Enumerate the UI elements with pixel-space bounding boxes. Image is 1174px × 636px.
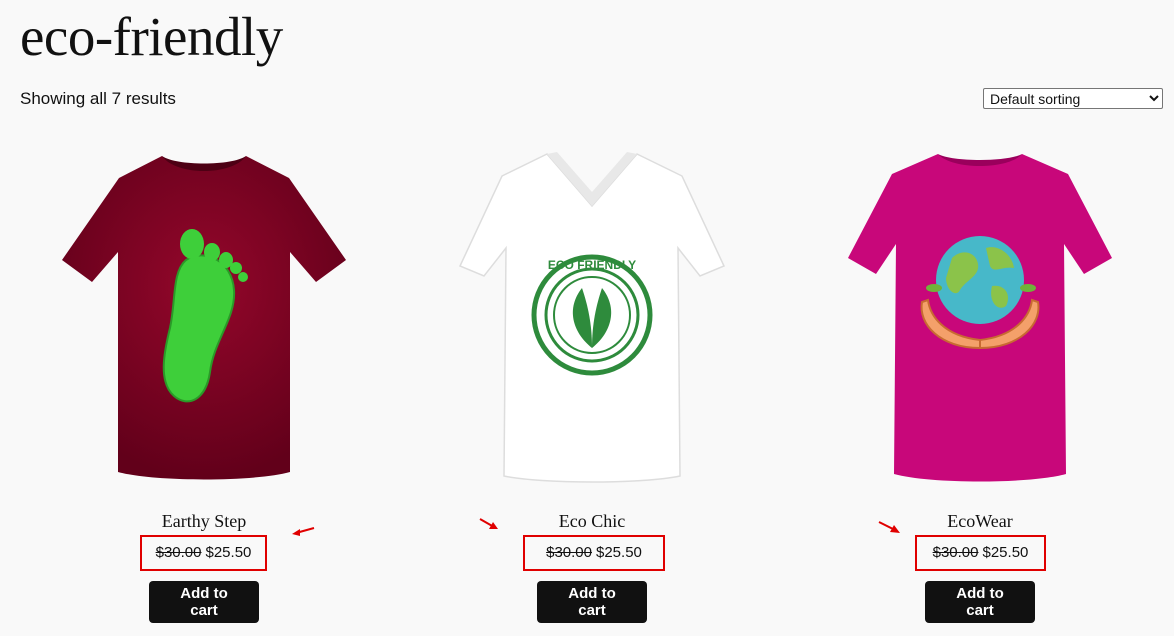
regular-price: $30.00: [155, 544, 202, 561]
sale-price: $25.50: [596, 544, 642, 561]
add-to-cart-button[interactable]: Add to cart: [537, 581, 647, 623]
annotation-arrow-icon: [292, 527, 315, 536]
sale-price: $25.50: [205, 544, 252, 561]
product-name[interactable]: EcoWear: [830, 511, 1130, 531]
product-image-eco-chic[interactable]: ECO FRIENDLY: [442, 140, 742, 495]
price-box: $30.00 $25.50: [915, 535, 1046, 571]
add-to-cart-button[interactable]: Add to cart: [149, 581, 259, 623]
product-image-earthy-step[interactable]: [54, 140, 354, 495]
page-title: eco-friendly: [20, 6, 283, 67]
regular-price: $30.00: [932, 544, 979, 561]
add-to-cart-button[interactable]: Add to cart: [925, 581, 1035, 623]
price-box: $30.00 $25.50: [523, 535, 665, 571]
product-image-ecowear[interactable]: [830, 140, 1130, 495]
stamp-text: ECO FRIENDLY: [548, 258, 636, 272]
annotation-arrow-icon: [479, 518, 498, 529]
sale-price: $25.50: [982, 544, 1029, 561]
regular-price: $30.00: [546, 544, 592, 561]
annotation-arrow-icon: [878, 521, 900, 533]
price-box: $30.00 $25.50: [140, 535, 267, 571]
result-count: Showing all 7 results: [20, 89, 176, 108]
sort-select[interactable]: Default sorting: [983, 88, 1163, 109]
